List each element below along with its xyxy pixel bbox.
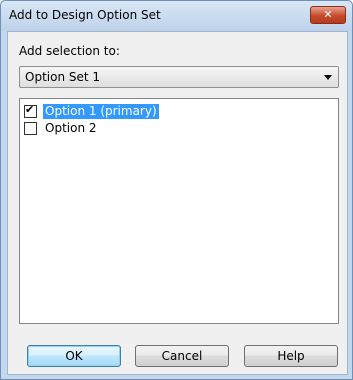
option-1-checkbox[interactable]: ✔ — [24, 102, 37, 118]
add-selection-label: Add selection to: — [19, 44, 120, 58]
cancel-button[interactable]: Cancel — [135, 345, 229, 367]
option-2-checkbox[interactable] — [24, 121, 37, 135]
close-icon: ✕ — [323, 8, 333, 21]
chevron-down-icon — [324, 75, 332, 80]
ok-button[interactable]: OK — [27, 345, 121, 367]
option-set-dropdown[interactable]: Option Set 1 — [19, 66, 339, 88]
dialog-body: Add selection to: Option Set 1 ✔ Option … — [7, 31, 348, 375]
option-1-label: Option 1 (primary) — [43, 103, 159, 119]
window-title: Add to Design Option Set — [9, 8, 161, 22]
list-item-option-1[interactable]: ✔ Option 1 (primary) — [24, 103, 159, 119]
options-listbox[interactable]: ✔ Option 1 (primary) Option 2 — [19, 98, 339, 324]
dialog-window: Add to Design Option Set ✕ Add selection… — [0, 0, 353, 380]
option-set-value: Option Set 1 — [25, 70, 101, 84]
close-button[interactable]: ✕ — [310, 6, 346, 24]
help-button[interactable]: Help — [244, 345, 338, 367]
checkmark-icon: ✔ — [25, 102, 35, 116]
title-bar[interactable]: Add to Design Option Set ✕ — [1, 1, 352, 31]
option-2-label: Option 2 — [45, 120, 97, 135]
list-item-option-2[interactable]: Option 2 — [24, 120, 99, 136]
